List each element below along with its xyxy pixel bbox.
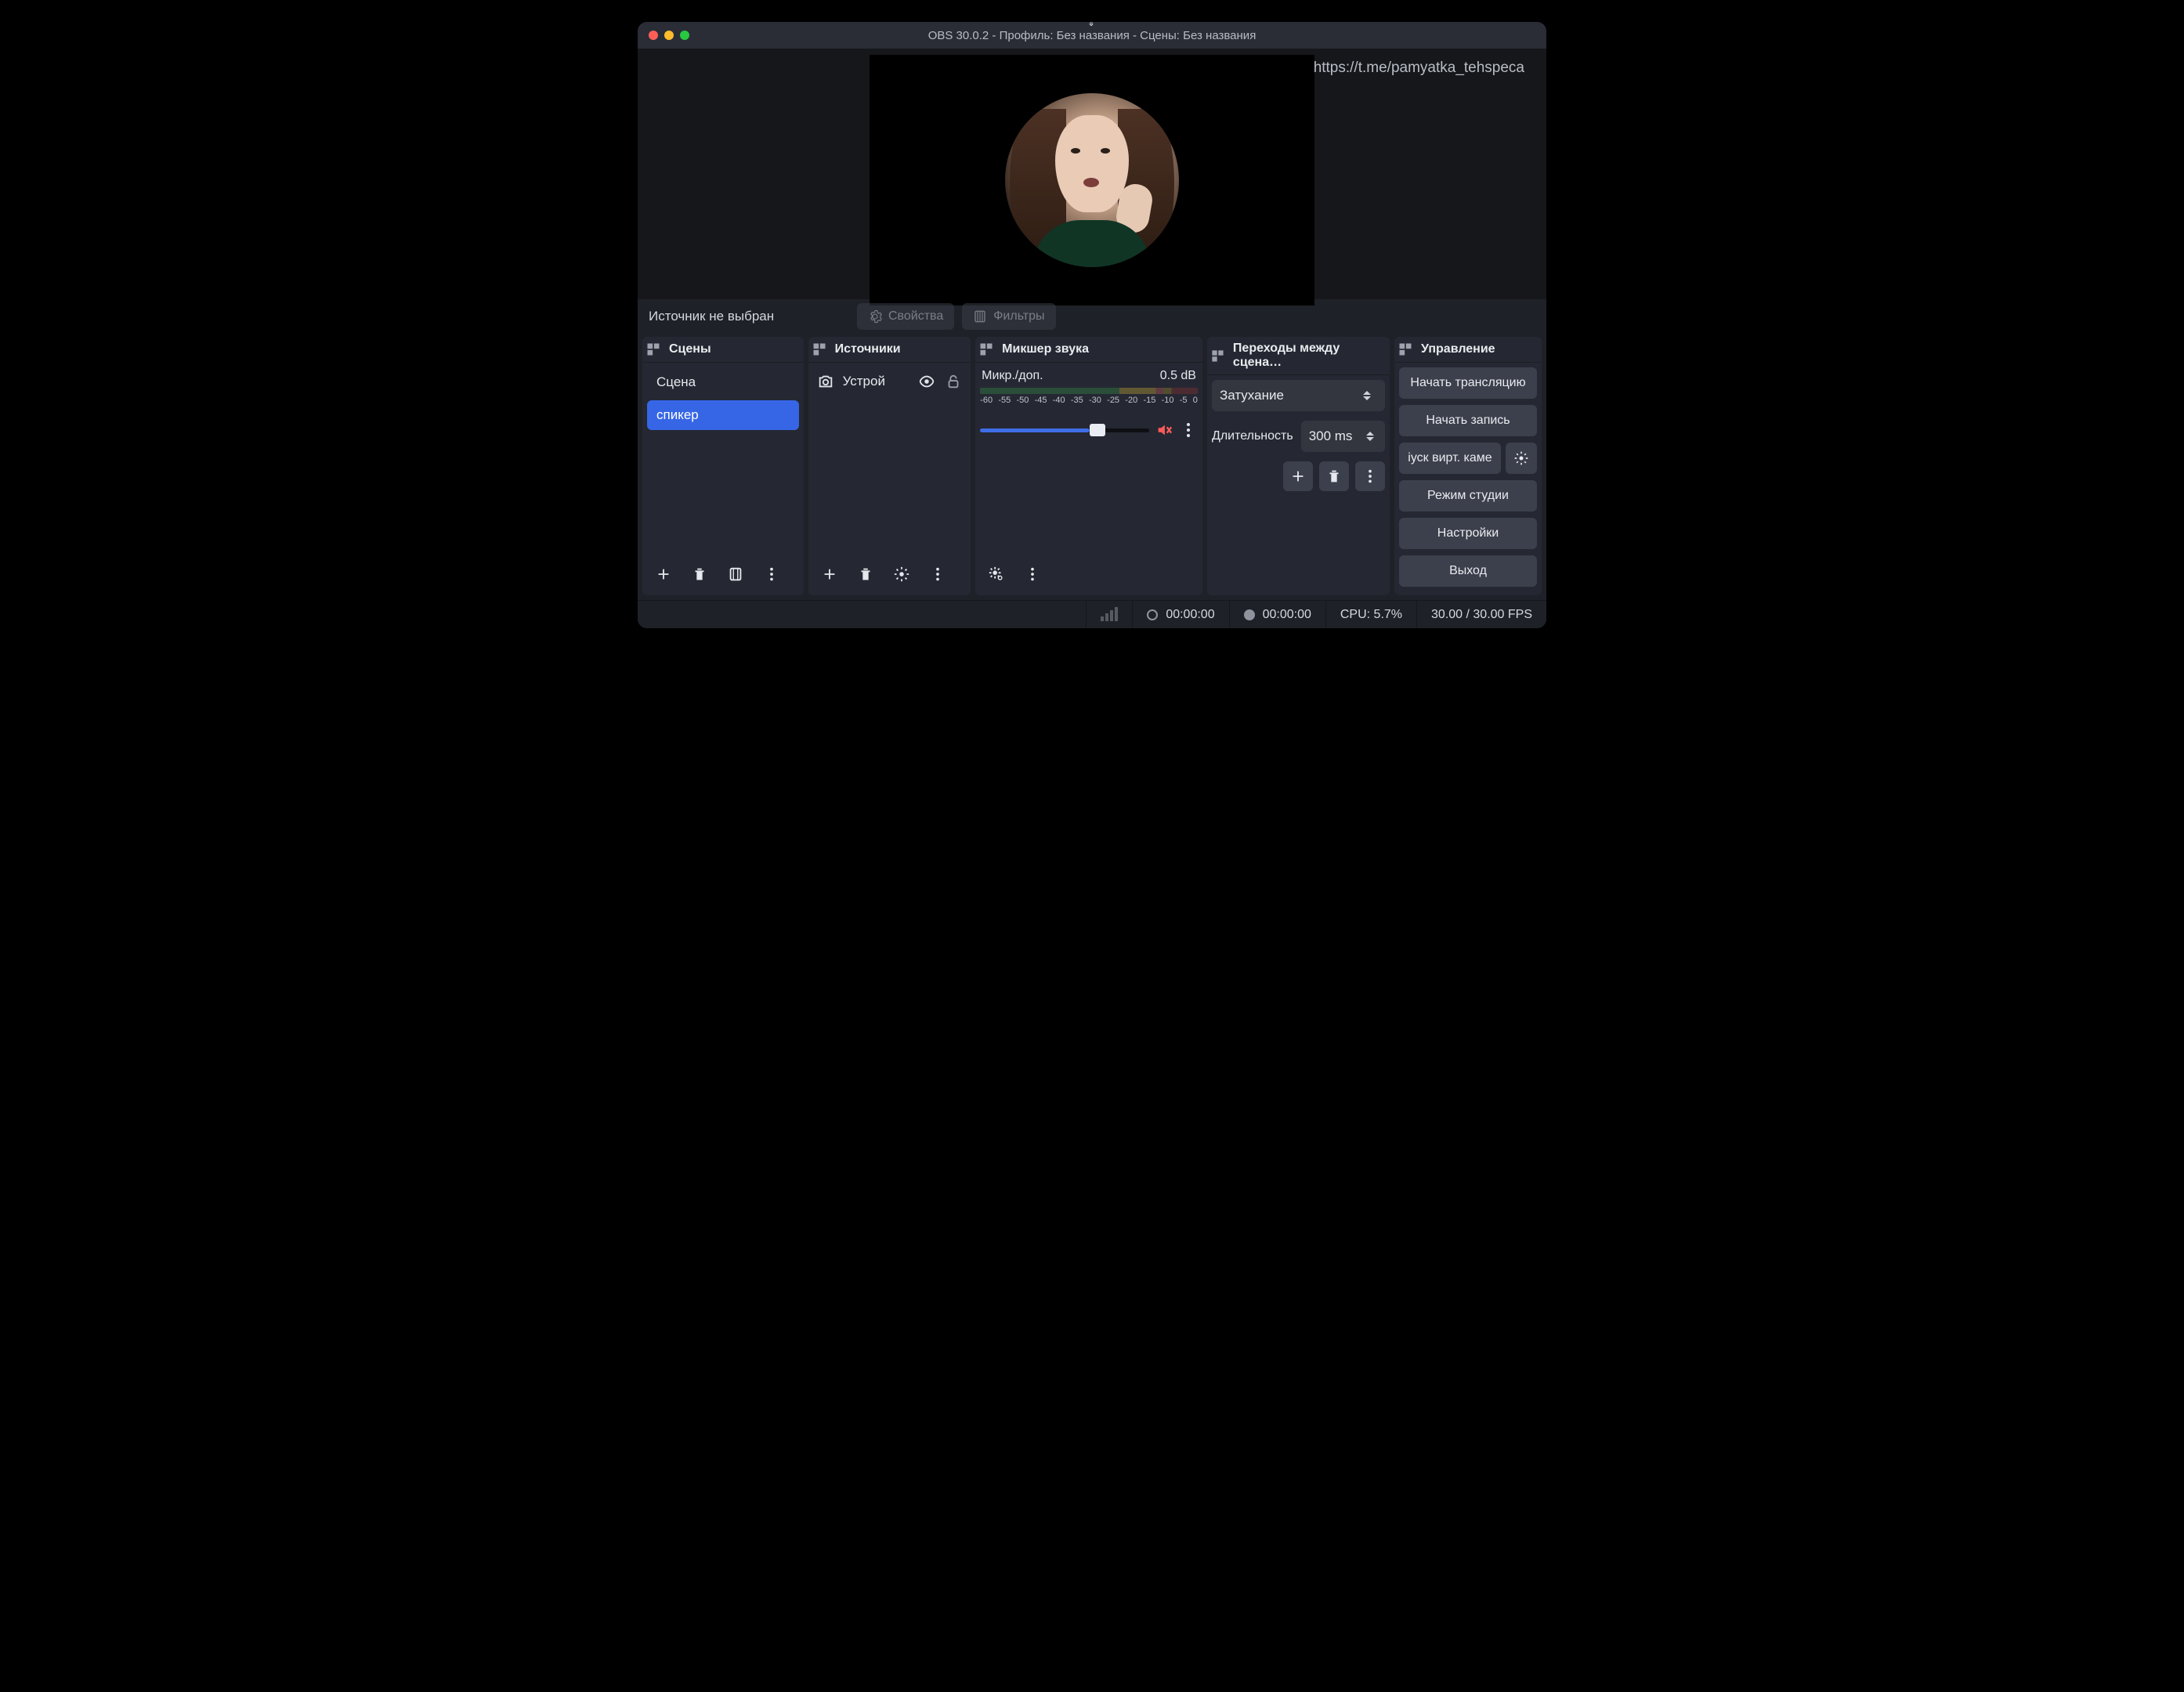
record-time: 00:00:00 [1263, 608, 1311, 622]
gear-icon [1513, 450, 1529, 466]
virtual-camera-settings-button[interactable] [1506, 443, 1537, 474]
scenes-list[interactable]: Сцена спикер [642, 363, 804, 553]
duration-value: 300 ms [1309, 428, 1353, 444]
dock-grip-icon[interactable] [1210, 348, 1225, 363]
remove-source-button[interactable] [851, 559, 880, 589]
source-item[interactable]: Устрой [813, 367, 967, 396]
scene-item[interactable]: Сцена [647, 367, 799, 397]
dock-grip-icon[interactable] [1398, 342, 1413, 357]
fps-status[interactable]: 30.00 / 30.00 FPS [1416, 601, 1546, 628]
preview-area[interactable]: https://t.me/pamyatka_tehspeca [638, 49, 1546, 299]
mixer-level-readout: 0.5 dB [1160, 369, 1196, 383]
lock-icon[interactable] [944, 372, 963, 391]
close-window-button[interactable] [649, 31, 658, 40]
scenes-panel: Сцены Сцена спикер [642, 337, 804, 595]
scene-filter-button[interactable] [721, 559, 750, 589]
dock-grip-icon[interactable] [978, 342, 994, 357]
maximize-window-button[interactable] [680, 31, 689, 40]
transitions-title: Переходы между сцена… [1233, 342, 1383, 370]
controls-title: Управление [1421, 342, 1495, 356]
scene-item[interactable]: спикер [647, 400, 799, 430]
transitions-panel: Переходы между сцена… Затухание Длительн… [1207, 337, 1390, 595]
add-source-button[interactable] [815, 559, 844, 589]
watermark-text: https://t.me/pamyatka_tehspeca [1314, 60, 1524, 77]
channel-menu-button[interactable] [1179, 419, 1198, 441]
remove-transition-button[interactable] [1319, 461, 1349, 491]
status-bar: 00:00:00 00:00:00 CPU: 5.7% 30.00 / 30.0… [638, 600, 1546, 628]
source-properties-button[interactable] [887, 559, 917, 589]
start-recording-button[interactable]: Начать запись [1399, 405, 1537, 436]
chevron-updown-icon [1366, 432, 1377, 441]
stream-time: 00:00:00 [1166, 608, 1214, 622]
volume-slider[interactable] [980, 428, 1149, 432]
dock-grip-icon[interactable] [645, 342, 661, 357]
studio-mode-button[interactable]: Режим студии [1399, 480, 1537, 512]
source-menu-button[interactable] [923, 559, 953, 589]
start-streaming-button[interactable]: Начать трансляцию [1399, 367, 1537, 399]
stream-status[interactable]: 00:00:00 [1132, 601, 1228, 628]
visibility-eye-icon[interactable] [917, 372, 936, 391]
app-window: ⇕ OBS 30.0.2 - Профиль: Без названия - С… [638, 22, 1546, 628]
start-virtual-camera-button[interactable]: іуск вирт. каме [1399, 443, 1501, 474]
audio-meter: -60-55-50-45-40-35-30-25-20-15-10-50 [980, 385, 1198, 407]
cpu-status[interactable]: CPU: 5.7% [1325, 601, 1416, 628]
add-transition-button[interactable] [1283, 461, 1313, 491]
mixer-channel-name: Микр./доп. [982, 369, 1043, 383]
mixer-settings-button[interactable] [982, 559, 1011, 589]
sources-panel: Источники Устрой [808, 337, 971, 595]
preview-canvas[interactable] [870, 55, 1314, 306]
record-indicator-icon [1244, 609, 1255, 620]
source-properties-button[interactable]: Свойства [857, 303, 954, 330]
titlebar[interactable]: ⇕ OBS 30.0.2 - Профиль: Без названия - С… [638, 22, 1546, 49]
add-scene-button[interactable] [649, 559, 678, 589]
duration-label: Длительность [1212, 429, 1293, 443]
stream-indicator-icon [1147, 609, 1158, 620]
network-status[interactable] [1086, 601, 1132, 628]
webcam-circle-crop[interactable] [1005, 93, 1179, 267]
scene-menu-button[interactable] [757, 559, 786, 589]
docks-row: Сцены Сцена спикер Источники [638, 334, 1546, 600]
duration-spinner[interactable]: 300 ms [1301, 421, 1385, 452]
minimize-window-button[interactable] [664, 31, 674, 40]
transition-menu-button[interactable] [1355, 461, 1385, 491]
mixer-panel: Микшер звука Микр./доп. 0.5 dB -60-55-50… [975, 337, 1202, 595]
sources-list[interactable]: Устрой [808, 363, 971, 553]
controls-panel: Управление Начать трансляцию Начать запи… [1394, 337, 1542, 595]
transition-current: Затухание [1220, 388, 1284, 403]
sources-title: Источники [835, 342, 901, 356]
properties-label: Свойства [888, 309, 943, 324]
source-filters-button[interactable]: Фильтры [962, 303, 1055, 330]
settings-button[interactable]: Настройки [1399, 518, 1537, 549]
filters-label: Фильтры [993, 309, 1044, 324]
record-status[interactable]: 00:00:00 [1229, 601, 1325, 628]
scenes-title: Сцены [669, 342, 711, 356]
dock-grip-icon[interactable] [812, 342, 827, 357]
exit-button[interactable]: Выход [1399, 555, 1537, 587]
filters-icon [973, 309, 987, 324]
meter-ticks: -60-55-50-45-40-35-30-25-20-15-10-50 [980, 396, 1198, 407]
gear-icon [868, 309, 882, 324]
signal-bars-icon [1101, 609, 1118, 621]
volume-thumb[interactable] [1090, 424, 1105, 436]
window-title: OBS 30.0.2 - Профиль: Без названия - Сце… [638, 29, 1546, 42]
remove-scene-button[interactable] [685, 559, 714, 589]
resize-cursor-icon: ⇕ [1087, 22, 1095, 28]
mixer-menu-button[interactable] [1018, 559, 1047, 589]
transition-select[interactable]: Затухание [1212, 380, 1385, 411]
camera-icon [816, 372, 835, 391]
chevron-updown-icon [1363, 391, 1377, 400]
mute-icon[interactable] [1155, 421, 1173, 439]
no-source-label: Источник не выбран [645, 309, 849, 324]
source-name: Устрой [843, 374, 910, 389]
mixer-title: Микшер звука [1002, 342, 1089, 356]
